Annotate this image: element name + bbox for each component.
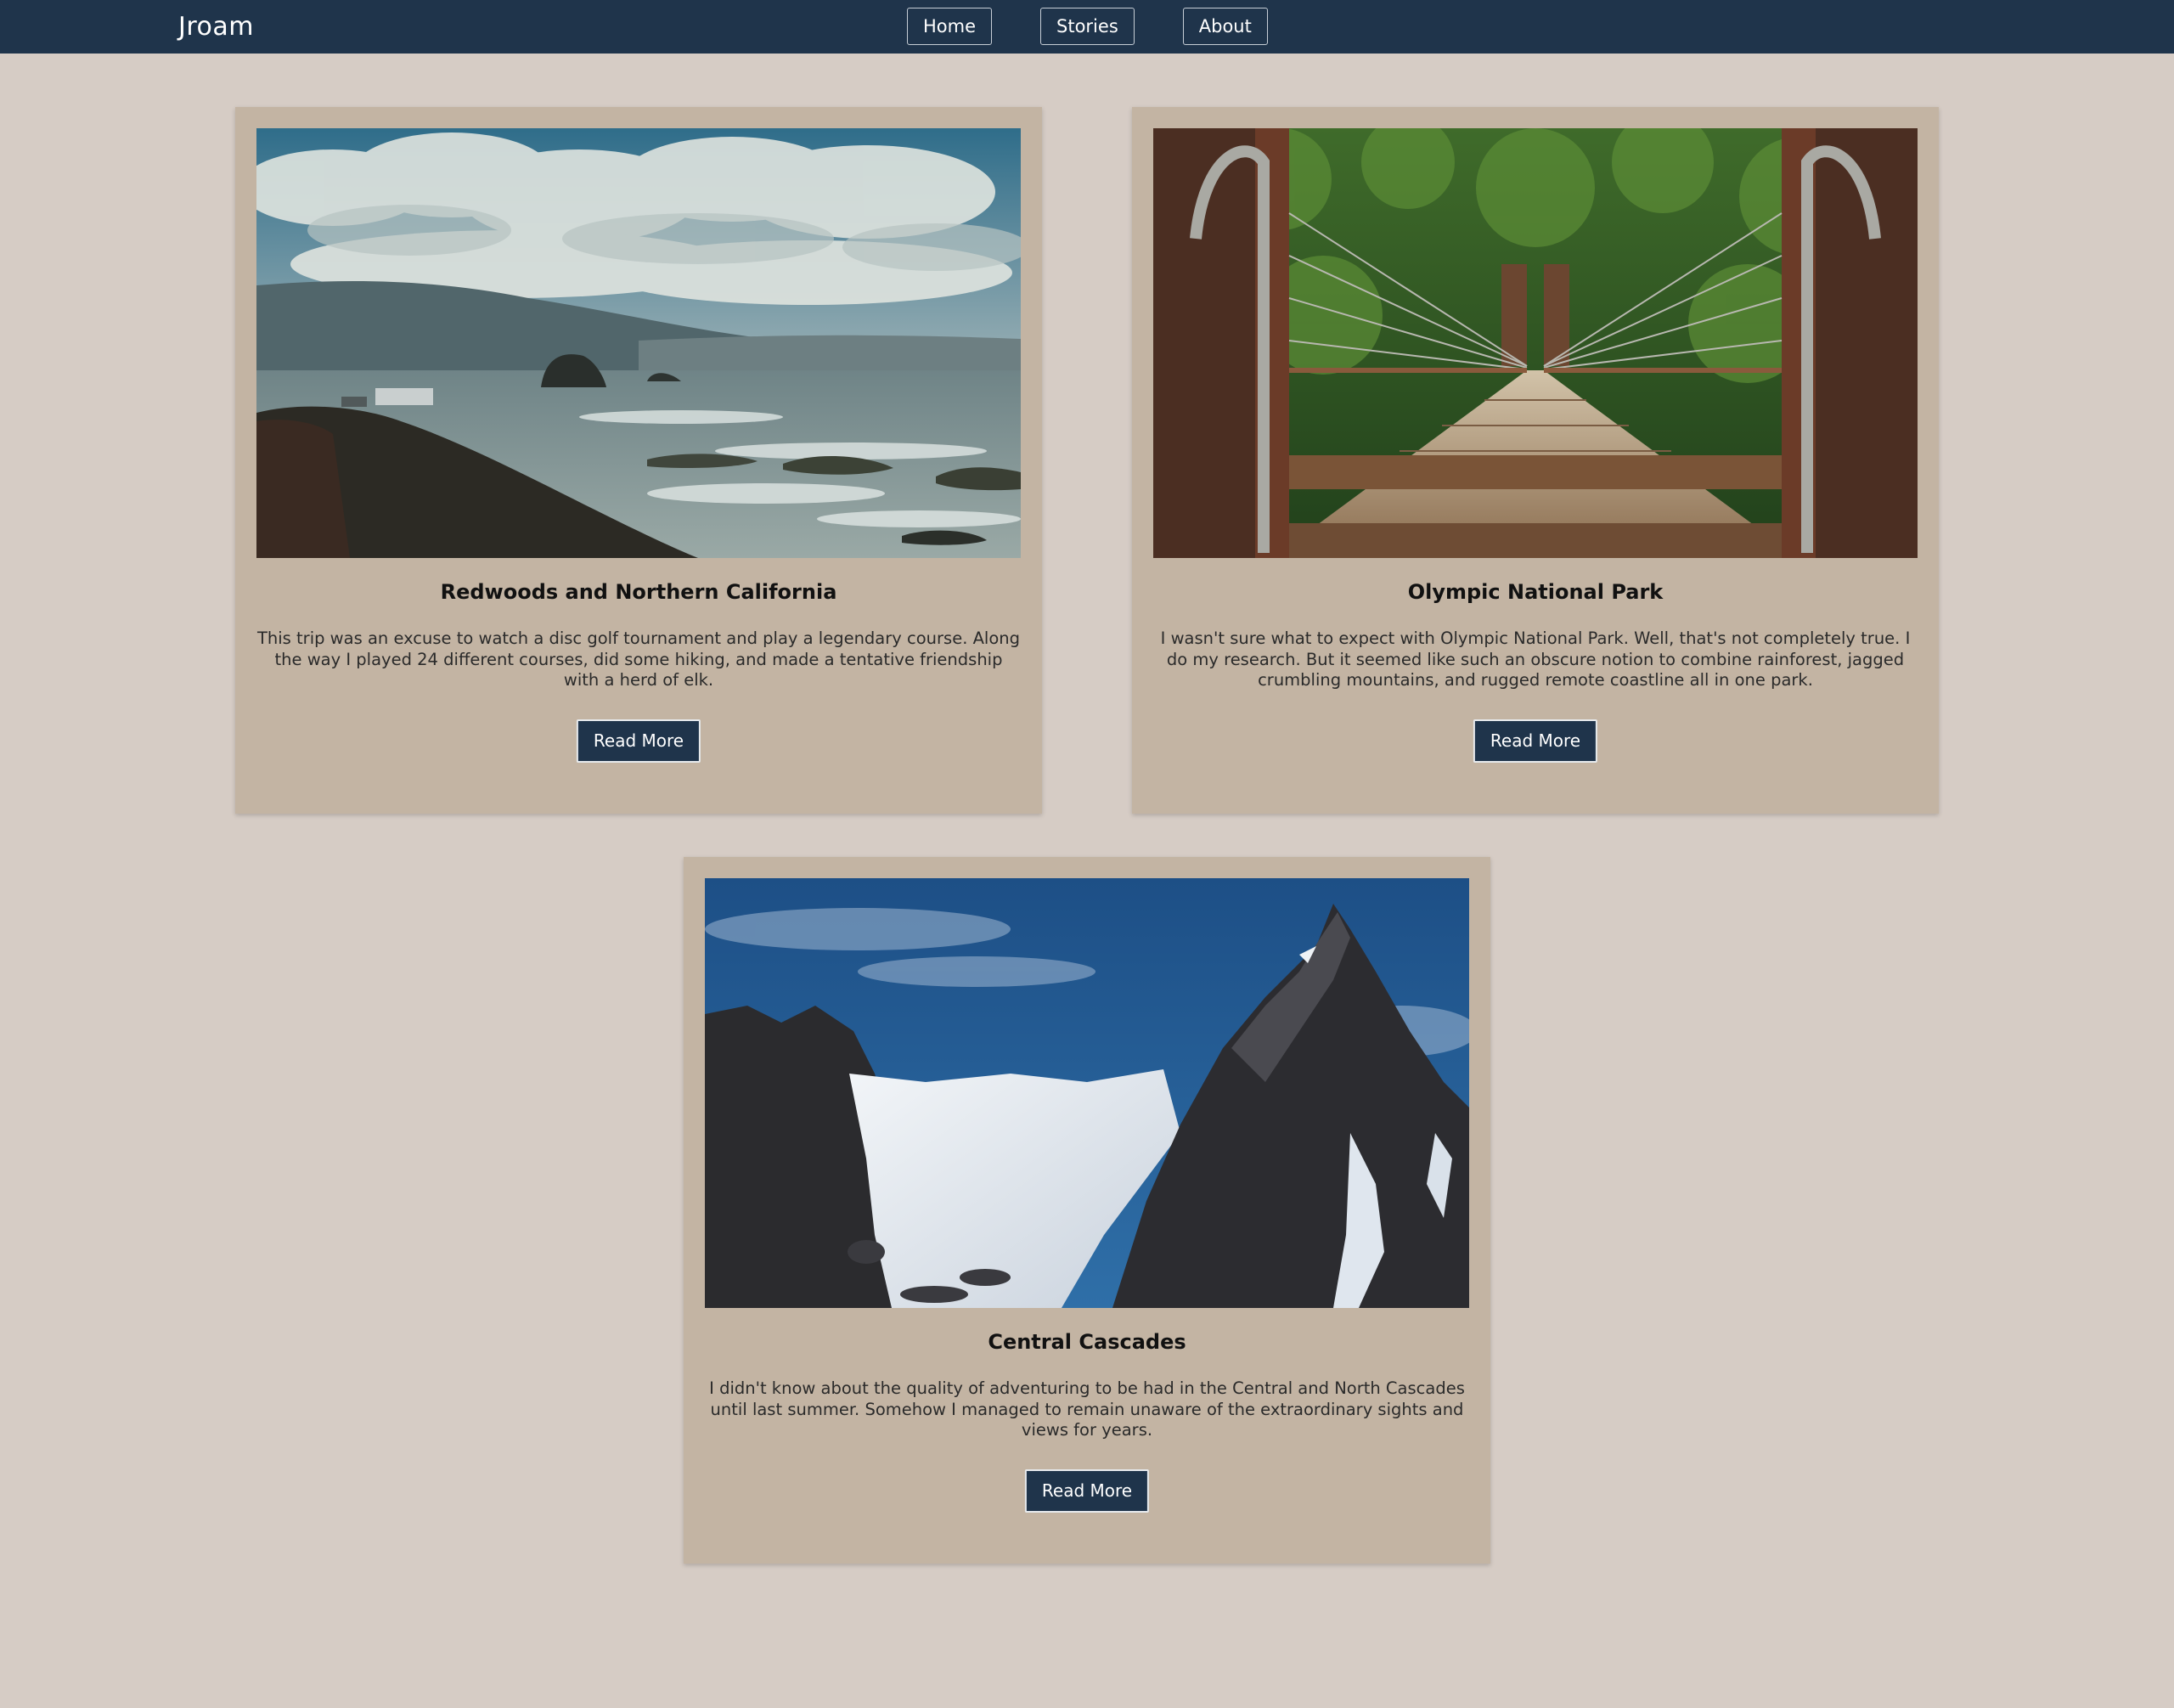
snowy-peak-photo — [705, 878, 1469, 1308]
brand-logo[interactable]: Jroam — [178, 0, 254, 54]
card-description: I wasn't sure what to expect with Olympi… — [1160, 629, 1911, 690]
read-more-button[interactable]: Read More — [1473, 719, 1598, 763]
story-card-redwoods: Redwoods and Northern California This tr… — [235, 107, 1042, 814]
story-card-cascades: Central Cascades I didn't know about the… — [684, 857, 1490, 1564]
nav-about-button[interactable]: About — [1182, 8, 1268, 45]
nav-home-button[interactable]: Home — [907, 8, 993, 45]
card-title: Olympic National Park — [1407, 580, 1664, 604]
card-title: Redwoods and Northern California — [440, 580, 837, 604]
card-title: Central Cascades — [988, 1330, 1186, 1354]
nav-links: Home Stories About — [907, 8, 1268, 45]
story-card-olympic: Olympic National Park I wasn't sure what… — [1132, 107, 1939, 814]
card-description: This trip was an excuse to watch a disc … — [256, 629, 1021, 690]
suspension-bridge-photo — [1153, 128, 1918, 558]
nav-stories-button[interactable]: Stories — [1040, 8, 1135, 45]
read-more-button[interactable]: Read More — [1024, 1469, 1150, 1513]
coastline-photo — [256, 128, 1021, 558]
card-description: I didn't know about the quality of adven… — [709, 1378, 1465, 1440]
read-more-button[interactable]: Read More — [576, 719, 701, 763]
navbar: Jroam Home Stories About — [0, 0, 2174, 54]
